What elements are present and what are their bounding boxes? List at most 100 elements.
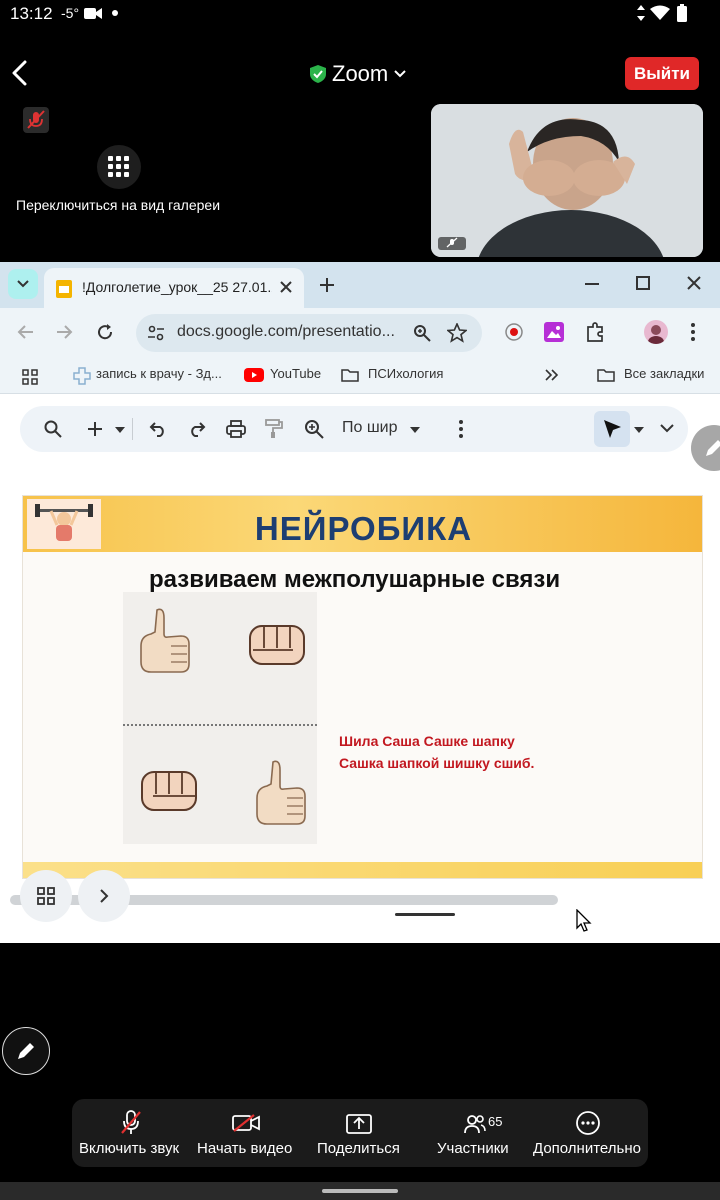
share-button[interactable]: Поделиться <box>310 1099 408 1167</box>
bookmarks-bar: запись к врачу - Зд... YouTube ПСИхологи… <box>0 358 720 394</box>
mouse-cursor-icon <box>576 909 592 933</box>
bookmark-item-youtube[interactable]: YouTube <box>270 366 321 381</box>
leave-meeting-button[interactable]: Выйти <box>625 57 699 90</box>
pencil-icon <box>15 1040 37 1062</box>
bookmark-item-psychology[interactable]: ПСИхология <box>368 366 443 381</box>
more-options-icon[interactable] <box>459 420 463 438</box>
participants-icon <box>464 1114 486 1134</box>
grid-icon <box>108 156 130 178</box>
collapse-toolbar-icon[interactable] <box>660 424 674 433</box>
meeting-toolbar: Включить звук Начать видео Поделиться 65… <box>72 1099 648 1167</box>
more-dots-icon <box>576 1111 600 1135</box>
meeting-title-label: Zoom <box>332 61 389 86</box>
next-slide-button[interactable] <box>78 870 130 922</box>
url-text: docs.google.com/presentatio... <box>177 323 395 340</box>
add-icon[interactable] <box>87 421 103 437</box>
panel-divider <box>123 724 317 726</box>
grid-view-icon <box>37 887 55 905</box>
image-extension-icon[interactable] <box>544 322 564 342</box>
print-icon[interactable] <box>226 420 246 438</box>
more-label: Дополнительно <box>533 1140 641 1157</box>
chevron-right-icon <box>99 888 109 904</box>
gallery-view-label[interactable]: Переключиться на вид галереи <box>16 197 220 213</box>
forward-arrow-icon[interactable] <box>56 324 74 340</box>
chevron-down-icon <box>394 70 406 78</box>
select-tool-button[interactable] <box>594 411 630 447</box>
zoom-select[interactable]: По шир <box>342 419 398 437</box>
fist-icon-bottom <box>139 768 199 818</box>
home-indicator-bar <box>395 913 455 916</box>
apps-grid-icon[interactable] <box>22 369 38 385</box>
thumbs-up-icon-bottom <box>253 758 307 826</box>
start-video-button[interactable]: Начать видео <box>190 1099 300 1167</box>
zoom-dropdown-icon[interactable] <box>410 427 420 433</box>
video-camera-icon <box>84 7 102 20</box>
new-tab-icon[interactable] <box>319 277 335 293</box>
annotate-button[interactable] <box>2 1027 50 1075</box>
record-extension-icon[interactable] <box>504 322 524 342</box>
muted-microphone-icon <box>121 1110 141 1136</box>
minimize-icon[interactable] <box>585 283 599 285</box>
grid-view-button[interactable] <box>20 870 72 922</box>
participants-button[interactable]: 65 Участники <box>430 1099 524 1167</box>
start-video-label: Начать видео <box>197 1140 293 1157</box>
status-time: 13:12 <box>10 4 53 23</box>
participant-video[interactable] <box>431 104 703 257</box>
participants-label: Участники <box>437 1140 509 1157</box>
undo-icon[interactable] <box>149 421 167 437</box>
youtube-icon <box>244 368 264 382</box>
video-muted-mic-icon <box>438 237 466 250</box>
paint-format-icon[interactable] <box>265 419 283 439</box>
rhyme-line-2: Сашка шапкой шишку сшиб. <box>339 755 535 771</box>
shared-screen[interactable]: !Долголетие_урок__25 27.01.25 docs.googl… <box>0 262 720 943</box>
extensions-icon[interactable] <box>584 321 606 343</box>
tab-search-button[interactable] <box>8 269 38 299</box>
slide-title: НЕЙРОБИКА <box>254 510 473 547</box>
wifi-icon <box>650 5 670 21</box>
meeting-title[interactable]: Zoom <box>310 60 406 88</box>
unmute-button[interactable]: Включить звук <box>72 1099 190 1167</box>
search-icon[interactable] <box>44 420 62 438</box>
bookmark-star-icon[interactable] <box>447 323 467 343</box>
notification-dot-icon <box>112 10 118 16</box>
address-bar[interactable]: docs.google.com/presentatio... <box>136 314 482 352</box>
reload-icon[interactable] <box>96 323 114 341</box>
status-bar: 13:12 -5° <box>0 0 720 28</box>
video-off-icon <box>232 1114 260 1132</box>
participants-count: 65 <box>488 1114 503 1129</box>
browser-tab-active[interactable]: !Долголетие_урок__25 27.01.25 <box>44 268 304 308</box>
profile-avatar[interactable] <box>644 320 668 344</box>
presentation-slide[interactable]: НЕЙРОБИКА развиваем межполушарные связи <box>22 495 703 879</box>
battery-icon <box>677 4 687 22</box>
all-bookmarks-folder-icon <box>597 368 615 382</box>
bookmark-item-all[interactable]: Все закладки <box>624 366 704 381</box>
redo-icon[interactable] <box>188 421 206 437</box>
hand-exercise-panel <box>123 592 317 844</box>
unmute-label: Включить звук <box>79 1140 180 1157</box>
fist-icon <box>247 622 307 672</box>
gallery-view-button[interactable] <box>97 145 141 189</box>
site-settings-icon[interactable] <box>147 324 165 342</box>
more-bookmarks-icon[interactable] <box>545 369 559 381</box>
back-arrow-icon[interactable] <box>16 324 34 340</box>
status-temperature: -5° <box>61 5 80 21</box>
system-nav-bar <box>0 1182 720 1200</box>
gesture-handle[interactable] <box>322 1189 398 1193</box>
more-button[interactable]: Дополнительно <box>532 1099 648 1167</box>
close-window-icon[interactable] <box>687 276 701 290</box>
select-tool-dropdown-icon[interactable] <box>634 427 644 433</box>
zoom-magnifier-icon[interactable] <box>413 324 431 342</box>
close-tab-icon[interactable] <box>280 281 292 293</box>
maximize-icon[interactable] <box>636 276 650 290</box>
share-screen-icon <box>346 1114 372 1134</box>
back-icon[interactable] <box>10 60 30 86</box>
muted-mic-icon <box>23 107 49 133</box>
add-dropdown-icon[interactable] <box>115 427 125 433</box>
shield-check-icon <box>310 65 326 83</box>
browser-menu-icon[interactable] <box>691 323 695 341</box>
slide-subtitle: развиваем межполушарные связи <box>149 566 561 593</box>
tab-title: !Долголетие_урок__25 27.01.25 <box>82 279 272 295</box>
google-slides-icon <box>56 280 72 298</box>
bookmark-item-doctor[interactable]: запись к врачу - Зд... <box>96 366 222 381</box>
zoom-icon[interactable] <box>304 419 324 439</box>
